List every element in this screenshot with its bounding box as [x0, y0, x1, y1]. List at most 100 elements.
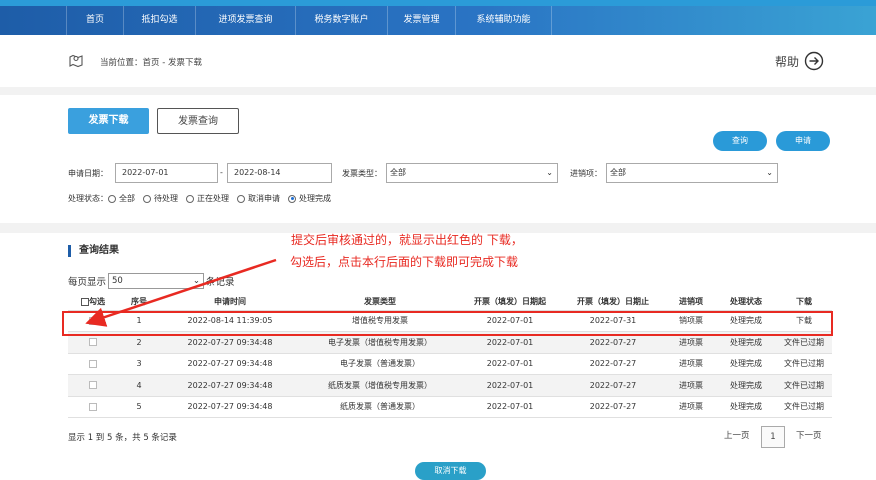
prev-page-button[interactable]: 上一页	[724, 426, 750, 448]
map-pin-icon	[69, 54, 83, 68]
nav-item-home[interactable]: 首页	[66, 6, 124, 35]
annotation-line-2: 勾选后，点击本行后面的下载即可完成下载	[290, 255, 519, 269]
direction-label: 进销项：	[570, 169, 602, 178]
date-end-input[interactable]: 2022-08-14	[227, 163, 332, 183]
nav-item-input-invoice-query[interactable]: 进项发票查询	[196, 6, 296, 35]
col-download: 下载	[776, 294, 832, 311]
cell-status: 处理完成	[716, 374, 776, 397]
cell-no: 4	[118, 374, 160, 397]
cell-direction: 进项票	[666, 374, 716, 397]
radio-label: 处理完成	[299, 194, 331, 203]
radio-label: 全部	[119, 194, 135, 203]
nav-item-tax-digital-account[interactable]: 税务数字账户	[296, 6, 388, 35]
help-label: 帮助	[774, 54, 799, 69]
per-page-select[interactable]: 50 ⌄	[108, 273, 205, 289]
row-checkbox[interactable]	[89, 402, 97, 411]
tab-invoice-download[interactable]: 发票下载	[68, 108, 149, 134]
table-row: 3 2022-07-27 09:34:48 电子发票（普通发票） 2022-07…	[68, 353, 832, 375]
col-select-label: 勾选	[89, 297, 105, 307]
nav-item-invoice-management[interactable]: 发票管理	[388, 6, 456, 35]
col-status: 处理状态	[716, 294, 776, 311]
cell-no: 5	[118, 396, 160, 418]
row-checkbox-cell	[68, 396, 118, 418]
annotation-line-1: 提交后审核通过的，就显示出红色的 下载，	[291, 233, 523, 247]
top-nav-bar: 首页 抵扣勾选 进项发票查询 税务数字账户 发票管理 系统辅助功能	[0, 0, 876, 35]
radio-circle	[237, 194, 245, 203]
direction-select[interactable]: 全部 ⌄	[606, 163, 778, 183]
invoice-type-select[interactable]: 全部 ⌄	[386, 163, 558, 183]
per-page-label: 每页显示	[68, 277, 107, 288]
nav-item-system-tools[interactable]: 系统辅助功能	[456, 6, 552, 35]
select-all-checkbox[interactable]	[81, 297, 89, 306]
breadcrumb-bar: 当前位置：首页 - 发票下载 帮助	[0, 35, 876, 87]
row-checkbox[interactable]	[89, 338, 97, 347]
col-invoice-type: 发票类型	[300, 294, 460, 311]
nav-item-deduction-check[interactable]: 抵扣勾选	[124, 6, 196, 35]
query-button[interactable]: 查询	[713, 131, 767, 151]
invoice-type-label: 发票类型：	[342, 169, 382, 178]
cell-direction: 进项票	[666, 396, 716, 418]
cancel-download-button[interactable]: 取消下载	[415, 462, 486, 480]
table-header-row: 勾选 序号 申请时间 发票类型 开票（填发）日期起 开票（填发）日期止 进销项 …	[68, 294, 832, 311]
status-radio-all[interactable]: 全部	[108, 193, 135, 204]
cell-status: 处理完成	[716, 353, 776, 375]
status-radio-pending[interactable]: 待处理	[143, 193, 178, 204]
date-start-input[interactable]: 2022-07-01	[115, 163, 218, 183]
cell-time: 2022-07-27 09:34:48	[160, 374, 300, 397]
cell-start: 2022-07-01	[460, 353, 560, 375]
cell-start: 2022-07-01	[460, 374, 560, 397]
per-page-control: 每页显示 50 ⌄ 条记录	[68, 273, 235, 289]
filter-panel: 发票下载 发票查询 查询 申请 申请日期： 2022-07-01 - 2022-…	[0, 95, 876, 223]
cell-end: 2022-07-27	[560, 353, 666, 375]
radio-label: 待处理	[154, 194, 178, 203]
expired-status: 文件已过期	[776, 374, 832, 397]
expired-status: 文件已过期	[776, 396, 832, 418]
row-checkbox[interactable]	[89, 359, 97, 368]
records-summary: 显示 1 到 5 条，共 5 条记录	[68, 433, 177, 443]
invoice-type-value: 全部	[390, 168, 406, 177]
expired-status: 文件已过期	[776, 353, 832, 375]
direction-value: 全部	[610, 168, 626, 177]
cell-time: 2022-07-27 09:34:48	[160, 396, 300, 418]
cell-type: 纸质发票（普通发票）	[300, 396, 460, 418]
radio-label: 正在处理	[197, 194, 229, 203]
highlight-box	[62, 311, 833, 336]
status-label: 处理状态：	[68, 194, 108, 203]
arrow-right-circle-icon	[804, 51, 824, 71]
table-row: 4 2022-07-27 09:34:48 纸质发票（增值税专用发票） 2022…	[68, 374, 832, 397]
cell-start: 2022-07-01	[460, 396, 560, 418]
cell-status: 处理完成	[716, 396, 776, 418]
status-radio-completed[interactable]: 处理完成	[288, 193, 331, 204]
tab-invoice-query[interactable]: 发票查询	[157, 108, 239, 134]
page-number-button[interactable]: 1	[761, 426, 785, 448]
next-page-button[interactable]: 下一页	[796, 426, 822, 448]
help-link[interactable]: 帮助	[775, 51, 824, 71]
cell-time: 2022-07-27 09:34:48	[160, 353, 300, 375]
date-separator: -	[220, 168, 223, 177]
radio-circle-selected	[288, 194, 296, 203]
per-page-value: 50	[112, 276, 123, 286]
per-page-suffix: 条记录	[206, 277, 235, 288]
row-checkbox-cell	[68, 353, 118, 375]
cell-direction: 进项票	[666, 353, 716, 375]
col-date-end: 开票（填发）日期止	[560, 294, 666, 311]
status-radio-group: 处理状态： 全部 待处理 正在处理 取消申请 处理完成	[68, 193, 339, 204]
status-radio-processing[interactable]: 正在处理	[186, 193, 229, 204]
status-radio-cancelled[interactable]: 取消申请	[237, 193, 280, 204]
row-checkbox[interactable]	[89, 381, 97, 390]
cell-end: 2022-07-27	[560, 396, 666, 418]
radio-circle	[108, 194, 116, 203]
chevron-down-icon: ⌄	[192, 276, 201, 286]
col-select: 勾选	[68, 294, 118, 311]
radio-circle	[186, 194, 194, 203]
table-row: 5 2022-07-27 09:34:48 纸质发票（普通发票） 2022-07…	[68, 396, 832, 418]
results-title: 查询结果	[68, 245, 119, 257]
col-apply-time: 申请时间	[160, 294, 300, 311]
col-date-start: 开票（填发）日期起	[460, 294, 560, 311]
cell-type: 电子发票（普通发票）	[300, 353, 460, 375]
cell-end: 2022-07-27	[560, 374, 666, 397]
apply-date-label: 申请日期：	[68, 169, 108, 178]
cell-no: 3	[118, 353, 160, 375]
chevron-down-icon: ⌄	[766, 168, 773, 177]
apply-button[interactable]: 申请	[776, 131, 830, 151]
